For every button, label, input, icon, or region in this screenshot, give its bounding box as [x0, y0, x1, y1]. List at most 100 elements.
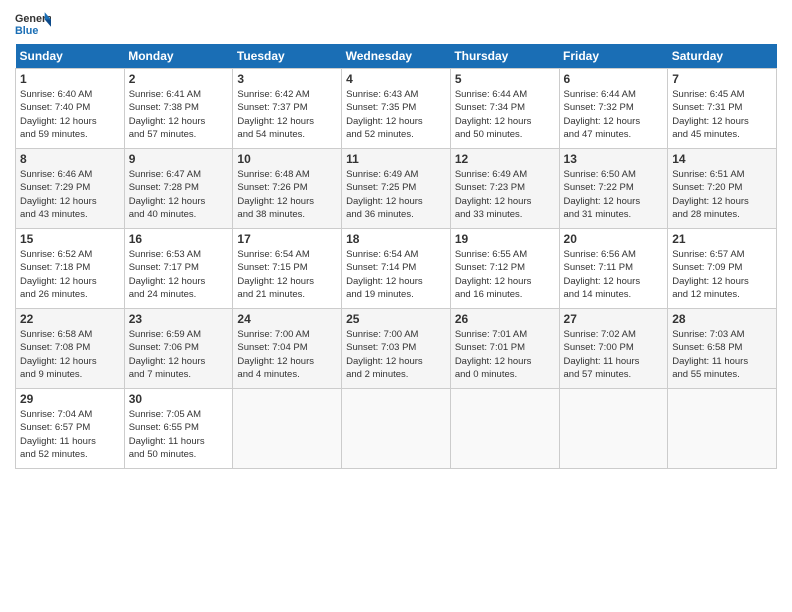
day-number: 16: [129, 232, 229, 246]
calendar-cell: 18 Sunrise: 6:54 AM Sunset: 7:14 PM Dayli…: [342, 229, 451, 309]
day-detail: Sunrise: 6:57 AM Sunset: 7:09 PM Dayligh…: [672, 248, 772, 301]
calendar-cell: 3 Sunrise: 6:42 AM Sunset: 7:37 PM Daylig…: [233, 69, 342, 149]
calendar-cell: 15Sunrise: 6:52 AM Sunset: 7:18 PM Dayli…: [16, 229, 125, 309]
day-detail: Sunrise: 7:02 AM Sunset: 7:00 PM Dayligh…: [564, 328, 664, 381]
page-header: General Blue: [15, 10, 777, 38]
calendar-header-row: SundayMondayTuesdayWednesdayThursdayFrid…: [16, 44, 777, 69]
calendar-cell: 10 Sunrise: 6:48 AM Sunset: 7:26 PM Dayli…: [233, 149, 342, 229]
day-number: 13: [564, 152, 664, 166]
calendar-cell: 12Sunrise: 6:49 AM Sunset: 7:23 PM Dayli…: [450, 149, 559, 229]
col-header-monday: Monday: [124, 44, 233, 69]
col-header-friday: Friday: [559, 44, 668, 69]
calendar-week-3: 15Sunrise: 6:52 AM Sunset: 7:18 PM Dayli…: [16, 229, 777, 309]
day-number: 26: [455, 312, 555, 326]
day-detail: Sunrise: 6:46 AM Sunset: 7:29 PM Dayligh…: [20, 168, 120, 221]
day-detail: Sunrise: 6:56 AM Sunset: 7:11 PM Dayligh…: [564, 248, 664, 301]
day-number: 25: [346, 312, 446, 326]
calendar-cell: 14Sunrise: 6:51 AM Sunset: 7:20 PM Dayli…: [668, 149, 777, 229]
calendar-cell: 9 Sunrise: 6:47 AM Sunset: 7:28 PM Daylig…: [124, 149, 233, 229]
calendar-week-2: 8 Sunrise: 6:46 AM Sunset: 7:29 PM Daylig…: [16, 149, 777, 229]
day-number: 6: [564, 72, 664, 86]
day-number: 30: [129, 392, 229, 406]
calendar-cell: 23 Sunrise: 6:59 AM Sunset: 7:06 PM Dayli…: [124, 309, 233, 389]
day-number: 19: [455, 232, 555, 246]
day-detail: Sunrise: 6:59 AM Sunset: 7:06 PM Dayligh…: [129, 328, 229, 381]
day-detail: Sunrise: 6:47 AM Sunset: 7:28 PM Dayligh…: [129, 168, 229, 221]
calendar-cell: 24 Sunrise: 7:00 AM Sunset: 7:04 PM Dayli…: [233, 309, 342, 389]
day-number: 29: [20, 392, 120, 406]
day-number: 18: [346, 232, 446, 246]
day-detail: Sunrise: 6:48 AM Sunset: 7:26 PM Dayligh…: [237, 168, 337, 221]
day-number: 11: [346, 152, 446, 166]
day-number: 24: [237, 312, 337, 326]
day-number: 10: [237, 152, 337, 166]
calendar-cell: 16 Sunrise: 6:53 AM Sunset: 7:17 PM Dayli…: [124, 229, 233, 309]
day-number: 2: [129, 72, 229, 86]
calendar-cell: 4Sunrise: 6:43 AM Sunset: 7:35 PM Daylig…: [342, 69, 451, 149]
calendar-cell: 21 Sunrise: 6:57 AM Sunset: 7:09 PM Dayli…: [668, 229, 777, 309]
day-detail: Sunrise: 6:41 AM Sunset: 7:38 PM Dayligh…: [129, 88, 229, 141]
day-number: 8: [20, 152, 120, 166]
calendar-cell: 20 Sunrise: 6:56 AM Sunset: 7:11 PM Dayli…: [559, 229, 668, 309]
calendar-cell: [450, 389, 559, 469]
day-detail: Sunrise: 6:40 AM Sunset: 7:40 PM Dayligh…: [20, 88, 120, 141]
calendar-week-1: 1 Sunrise: 6:40 AM Sunset: 7:40 PM Daylig…: [16, 69, 777, 149]
day-number: 22: [20, 312, 120, 326]
day-number: 23: [129, 312, 229, 326]
day-number: 9: [129, 152, 229, 166]
calendar-cell: 25 Sunrise: 7:00 AM Sunset: 7:03 PM Dayli…: [342, 309, 451, 389]
day-detail: Sunrise: 6:53 AM Sunset: 7:17 PM Dayligh…: [129, 248, 229, 301]
calendar-cell: 22Sunrise: 6:58 AM Sunset: 7:08 PM Dayli…: [16, 309, 125, 389]
col-header-thursday: Thursday: [450, 44, 559, 69]
col-header-saturday: Saturday: [668, 44, 777, 69]
day-detail: Sunrise: 6:54 AM Sunset: 7:14 PM Dayligh…: [346, 248, 446, 301]
day-number: 4: [346, 72, 446, 86]
calendar-cell: 5 Sunrise: 6:44 AM Sunset: 7:34 PM Daylig…: [450, 69, 559, 149]
day-detail: Sunrise: 6:42 AM Sunset: 7:37 PM Dayligh…: [237, 88, 337, 141]
day-number: 5: [455, 72, 555, 86]
day-number: 20: [564, 232, 664, 246]
col-header-sunday: Sunday: [16, 44, 125, 69]
day-detail: Sunrise: 7:01 AM Sunset: 7:01 PM Dayligh…: [455, 328, 555, 381]
day-detail: Sunrise: 7:00 AM Sunset: 7:03 PM Dayligh…: [346, 328, 446, 381]
day-number: 28: [672, 312, 772, 326]
day-number: 12: [455, 152, 555, 166]
calendar-cell: 17Sunrise: 6:54 AM Sunset: 7:15 PM Dayli…: [233, 229, 342, 309]
calendar-cell: 1 Sunrise: 6:40 AM Sunset: 7:40 PM Daylig…: [16, 69, 125, 149]
col-header-tuesday: Tuesday: [233, 44, 342, 69]
calendar-cell: 29Sunrise: 7:04 AM Sunset: 6:57 PM Dayli…: [16, 389, 125, 469]
calendar-cell: 27 Sunrise: 7:02 AM Sunset: 7:00 PM Dayli…: [559, 309, 668, 389]
calendar-cell: 2 Sunrise: 6:41 AM Sunset: 7:38 PM Daylig…: [124, 69, 233, 149]
day-detail: Sunrise: 6:45 AM Sunset: 7:31 PM Dayligh…: [672, 88, 772, 141]
calendar-cell: 19Sunrise: 6:55 AM Sunset: 7:12 PM Dayli…: [450, 229, 559, 309]
day-detail: Sunrise: 6:44 AM Sunset: 7:34 PM Dayligh…: [455, 88, 555, 141]
calendar-cell: [342, 389, 451, 469]
day-detail: Sunrise: 6:50 AM Sunset: 7:22 PM Dayligh…: [564, 168, 664, 221]
calendar-cell: 13 Sunrise: 6:50 AM Sunset: 7:22 PM Dayli…: [559, 149, 668, 229]
calendar-cell: 28 Sunrise: 7:03 AM Sunset: 6:58 PM Dayli…: [668, 309, 777, 389]
day-number: 14: [672, 152, 772, 166]
calendar-cell: [233, 389, 342, 469]
logo: General Blue: [15, 10, 51, 38]
day-number: 17: [237, 232, 337, 246]
calendar-cell: 6Sunrise: 6:44 AM Sunset: 7:32 PM Daylig…: [559, 69, 668, 149]
calendar-cell: 11 Sunrise: 6:49 AM Sunset: 7:25 PM Dayli…: [342, 149, 451, 229]
calendar-week-4: 22Sunrise: 6:58 AM Sunset: 7:08 PM Dayli…: [16, 309, 777, 389]
calendar-cell: 8 Sunrise: 6:46 AM Sunset: 7:29 PM Daylig…: [16, 149, 125, 229]
calendar-cell: 7 Sunrise: 6:45 AM Sunset: 7:31 PM Daylig…: [668, 69, 777, 149]
day-number: 27: [564, 312, 664, 326]
calendar-cell: 26 Sunrise: 7:01 AM Sunset: 7:01 PM Dayli…: [450, 309, 559, 389]
day-detail: Sunrise: 7:00 AM Sunset: 7:04 PM Dayligh…: [237, 328, 337, 381]
calendar-cell: 30 Sunrise: 7:05 AM Sunset: 6:55 PM Dayli…: [124, 389, 233, 469]
calendar-cell: [559, 389, 668, 469]
logo-icon: General Blue: [15, 10, 51, 38]
day-number: 7: [672, 72, 772, 86]
day-detail: Sunrise: 7:05 AM Sunset: 6:55 PM Dayligh…: [129, 408, 229, 461]
day-detail: Sunrise: 7:03 AM Sunset: 6:58 PM Dayligh…: [672, 328, 772, 381]
col-header-wednesday: Wednesday: [342, 44, 451, 69]
day-number: 21: [672, 232, 772, 246]
day-detail: Sunrise: 6:52 AM Sunset: 7:18 PM Dayligh…: [20, 248, 120, 301]
day-detail: Sunrise: 6:49 AM Sunset: 7:25 PM Dayligh…: [346, 168, 446, 221]
day-number: 3: [237, 72, 337, 86]
day-number: 1: [20, 72, 120, 86]
